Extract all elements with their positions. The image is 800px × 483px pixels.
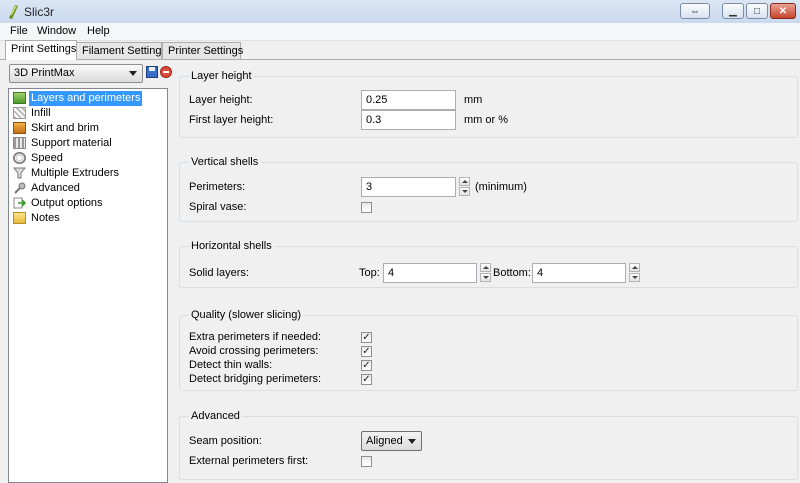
tree-item-label: Speed <box>31 152 63 164</box>
bottom-layers-spinner[interactable] <box>629 263 640 283</box>
horizontal-shells-group: Horizontal shells Solid layers: Top: 4 B… <box>179 240 798 288</box>
close-icon: ✕ <box>778 5 788 17</box>
tab-filament-settings[interactable]: Filament Settings <box>76 42 167 59</box>
double-arrow-icon: ⇔ <box>690 5 700 17</box>
external-perimeters-first-checkbox[interactable] <box>361 456 372 467</box>
advanced-group: Advanced Seam position: Aligned External… <box>179 410 798 480</box>
quality-group: Quality (slower slicing) Extra perimeter… <box>179 309 798 391</box>
chevron-down-icon <box>129 71 137 76</box>
extra-perimeters-checkbox[interactable]: ✓ <box>361 332 372 343</box>
seam-position-label: Seam position: <box>189 435 262 447</box>
top-label: Top: <box>359 267 380 279</box>
group-title: Horizontal shells <box>189 240 274 252</box>
checkmark-icon: ✓ <box>362 346 371 357</box>
tab-print-settings[interactable]: Print Settings <box>5 40 77 60</box>
spin-down-icon[interactable] <box>629 273 640 282</box>
vertical-shells-group: Vertical shells Perimeters: 3 (minimum) … <box>179 156 798 222</box>
settings-tabs: Print Settings Filament Settings Printer… <box>0 40 800 60</box>
spiral-vase-checkbox[interactable] <box>361 202 372 213</box>
maximize-icon: □ <box>753 5 761 17</box>
group-title: Layer height <box>189 70 254 82</box>
layers-icon <box>13 92 26 104</box>
tree-item-label: Advanced <box>31 182 80 194</box>
infill-icon <box>13 107 26 119</box>
solid-layers-label: Solid layers: <box>189 267 249 279</box>
first-layer-height-field[interactable]: 0.3 <box>361 110 456 130</box>
title-bar: Slic3r ⇔ ▁ □ ✕ <box>0 0 800 24</box>
chevron-down-icon <box>408 439 416 444</box>
perimeters-field[interactable]: 3 <box>361 177 456 197</box>
tree-item-label: Infill <box>31 107 51 119</box>
first-layer-height-label: First layer height: <box>189 114 274 126</box>
avoid-crossing-label: Avoid crossing perimeters: <box>189 345 319 357</box>
tree-item-label: Notes <box>31 212 60 224</box>
group-title: Advanced <box>189 410 242 422</box>
support-icon <box>13 137 26 149</box>
detect-thin-walls-label: Detect thin walls: <box>189 359 273 371</box>
spin-up-icon[interactable] <box>629 263 640 272</box>
spin-down-icon[interactable] <box>459 187 470 196</box>
minimize-icon: ▁ <box>729 5 737 17</box>
output-icon <box>13 197 26 209</box>
spiral-vase-label: Spiral vase: <box>189 201 247 213</box>
delete-preset-icon[interactable] <box>160 66 172 78</box>
restore-arrows-button[interactable]: ⇔ <box>680 3 710 19</box>
window-title: Slic3r <box>24 5 55 19</box>
minimize-button[interactable]: ▁ <box>722 3 744 19</box>
external-perimeters-first-label: External perimeters first: <box>189 455 309 467</box>
tree-item-label: Layers and perimeters <box>29 91 143 106</box>
avoid-crossing-checkbox[interactable]: ✓ <box>361 346 372 357</box>
checkmark-icon: ✓ <box>362 374 371 385</box>
top-layers-field[interactable]: 4 <box>383 263 477 283</box>
skirt-icon <box>13 122 26 134</box>
preset-dropdown[interactable]: 3D PrintMax <box>9 64 143 83</box>
menu-file[interactable]: File <box>10 25 28 37</box>
perimeters-unit: (minimum) <box>475 181 527 193</box>
layer-height-unit: mm <box>464 94 483 106</box>
extra-perimeters-label: Extra perimeters if needed: <box>189 331 322 343</box>
checkmark-icon: ✓ <box>362 332 371 343</box>
close-button[interactable]: ✕ <box>770 3 796 19</box>
left-pane: 3D PrintMax Layers and perimeters Infill… <box>6 62 172 483</box>
group-title: Quality (slower slicing) <box>189 309 304 321</box>
tree-item-label: Output options <box>31 197 103 209</box>
group-title: Vertical shells <box>189 156 261 168</box>
layer-height-label: Layer height: <box>189 94 253 106</box>
layer-height-group: Layer height Layer height: 0.25 mm First… <box>179 70 798 138</box>
menu-window[interactable]: Window <box>37 25 76 37</box>
settings-tree: Layers and perimeters Infill Skirt and b… <box>8 88 168 483</box>
top-layers-spinner[interactable] <box>480 263 491 283</box>
speed-icon <box>13 152 26 164</box>
bottom-label: Bottom: <box>493 267 531 279</box>
seam-position-dropdown[interactable]: Aligned <box>361 431 422 451</box>
bottom-layers-field[interactable]: 4 <box>532 263 626 283</box>
spin-down-icon[interactable] <box>480 273 491 282</box>
seam-position-value: Aligned <box>366 435 403 447</box>
perimeters-spinner[interactable] <box>459 177 470 197</box>
save-preset-icon[interactable] <box>146 66 158 78</box>
tree-item-label: Multiple Extruders <box>31 167 120 179</box>
perimeters-label: Perimeters: <box>189 181 246 193</box>
detect-thin-walls-checkbox[interactable]: ✓ <box>361 360 372 371</box>
spin-up-icon[interactable] <box>480 263 491 272</box>
funnel-icon <box>13 167 26 179</box>
layer-height-field[interactable]: 0.25 <box>361 90 456 110</box>
settings-pane: Layer height Layer height: 0.25 mm First… <box>172 60 800 483</box>
preset-selected: 3D PrintMax <box>14 67 75 79</box>
menu-bar: File Window Help <box>0 23 800 41</box>
slic3r-logo-icon <box>9 5 18 19</box>
first-layer-height-unit: mm or % <box>464 114 508 126</box>
tree-item-label: Skirt and brim <box>31 122 99 134</box>
spin-up-icon[interactable] <box>459 177 470 186</box>
checkmark-icon: ✓ <box>362 360 371 371</box>
tab-printer-settings[interactable]: Printer Settings <box>162 42 243 59</box>
detect-bridging-checkbox[interactable]: ✓ <box>361 374 372 385</box>
wrench-icon <box>14 182 26 194</box>
tree-item-label: Support material <box>31 137 112 149</box>
detect-bridging-label: Detect bridging perimeters: <box>189 373 322 385</box>
maximize-button[interactable]: □ <box>746 3 768 19</box>
menu-help[interactable]: Help <box>87 25 110 37</box>
notes-icon <box>13 212 26 224</box>
